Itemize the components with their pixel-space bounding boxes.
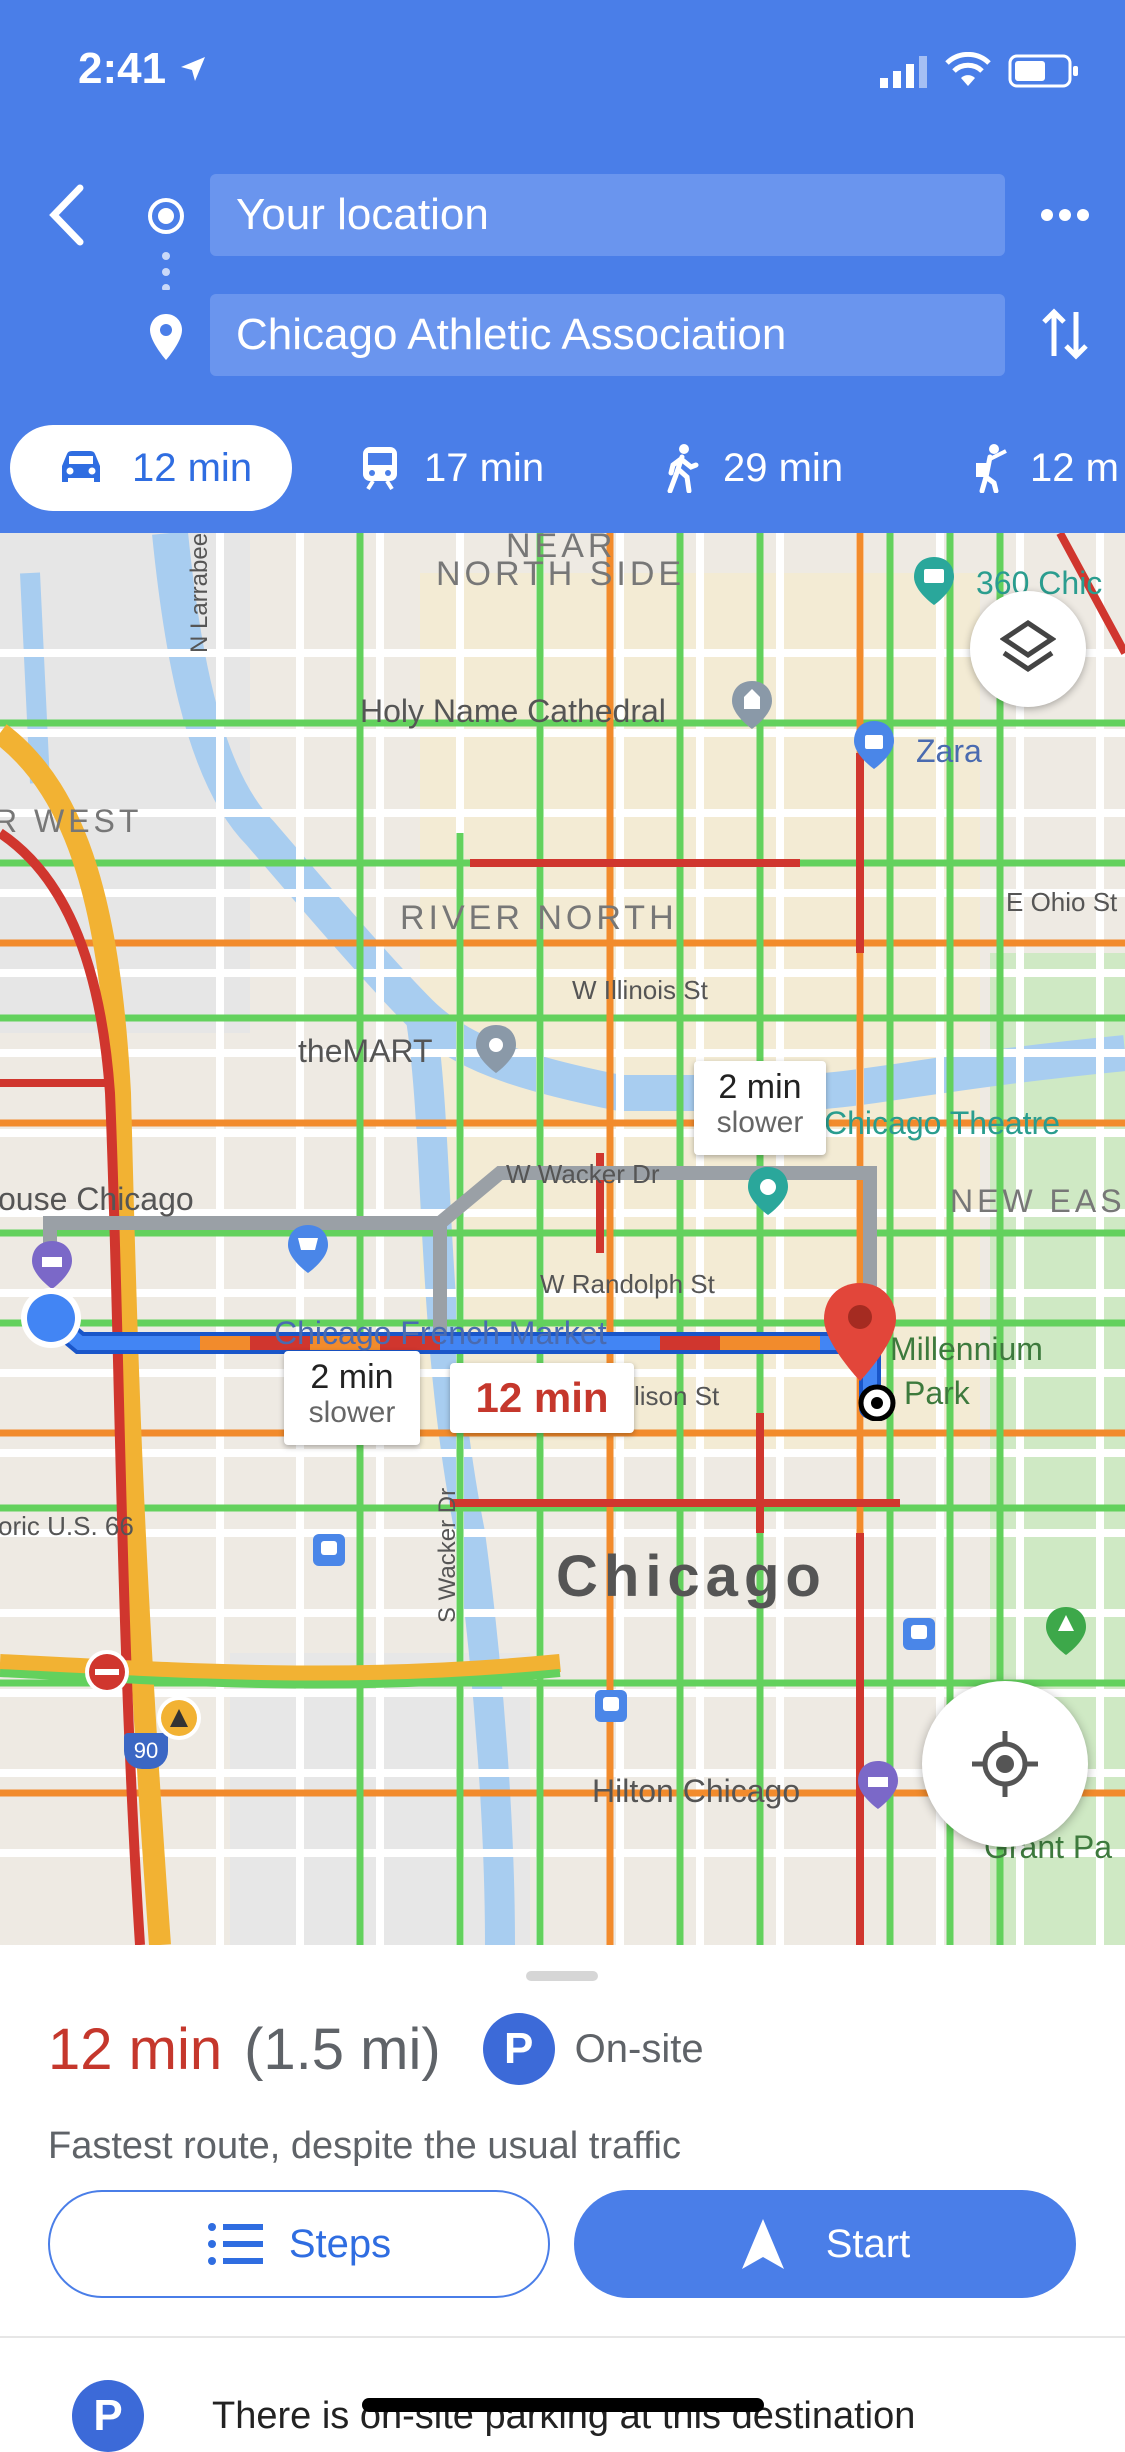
layers-button[interactable] — [970, 591, 1086, 707]
route-duration: 12 min — [48, 2016, 223, 2082]
map-label-millennium: Millennium — [890, 1331, 1043, 1367]
route-dots-icon — [162, 252, 170, 290]
layers-icon — [1000, 619, 1056, 673]
map-label-french-market: Chicago French Market — [274, 1315, 607, 1351]
map-label-holy-name: Holy Name Cathedral — [360, 693, 666, 729]
main-route-bubble[interactable]: 12 min — [450, 1363, 634, 1433]
map-label-chicago-theatre: Chicago Theatre — [824, 1105, 1060, 1141]
mart-pin-icon[interactable] — [474, 1023, 518, 1075]
crosshair-icon — [972, 1731, 1038, 1797]
map-label-n-larrabee: N Larrabee — [186, 533, 213, 653]
parking-note[interactable]: P There is on-site parking at this desti… — [72, 2380, 915, 2452]
destination-marker-icon[interactable] — [820, 1281, 900, 1421]
main-route-time: 12 min — [475, 1374, 609, 1421]
map-label-park: Park — [904, 1375, 970, 1411]
alt-route-1-time: 2 min — [718, 1068, 802, 1106]
map-label-hilton: Hilton Chicago — [592, 1773, 801, 1809]
alt-route-bubble-2[interactable]: 2 min slower — [284, 1351, 420, 1445]
rideshare-icon — [976, 444, 1007, 493]
sheet-divider — [0, 2336, 1125, 2338]
map-view[interactable]: NEAR NORTH SIDE N Larrabee Holy Name Cat… — [0, 533, 1125, 1945]
map-label-house-chicago: ouse Chicago — [0, 1181, 194, 1217]
map-label-mart: theMART — [298, 1033, 433, 1069]
destination-input[interactable]: Chicago Athletic Association — [210, 294, 1005, 376]
alt-route-2-note: slower — [308, 1396, 396, 1429]
tab-driving[interactable]: 12 min — [10, 425, 292, 511]
parking-label: On-site — [574, 2026, 704, 2071]
swap-icon[interactable] — [1042, 306, 1088, 362]
location-arrow-icon — [181, 57, 205, 81]
map-label-w-wacker: W Wacker Dr — [506, 1159, 660, 1189]
start-button-label: Start — [825, 2221, 911, 2266]
alt-route-bubble-1[interactable]: 2 min slower — [694, 1061, 826, 1155]
alt-route-1-note: slower — [716, 1106, 804, 1139]
map-label-river-north: RIVER NORTH — [400, 899, 678, 937]
route-summary-row: 12 min (1.5 mi) P On-site — [48, 2013, 704, 2085]
attraction-pin-icon[interactable] — [912, 555, 956, 607]
origin-dot-icon — [148, 198, 184, 234]
transit-station-icon[interactable] — [312, 1533, 346, 1567]
hilton-pin-icon[interactable] — [856, 1759, 900, 1811]
tab-transit[interactable]: 17 min — [360, 425, 590, 511]
battery-icon — [1008, 54, 1078, 88]
map-label-madison: lison St — [634, 1381, 720, 1411]
steps-button-label: Steps — [288, 2221, 392, 2266]
theatre-pin-icon[interactable] — [746, 1165, 790, 1217]
tab-walking[interactable]: 29 min — [665, 425, 895, 511]
home-indicator — [362, 2398, 764, 2412]
map-label-north-side: NORTH SIDE — [436, 555, 686, 593]
construction-icon[interactable] — [154, 1693, 204, 1743]
route-distance: (1.5 mi) — [244, 2016, 441, 2082]
origin-input[interactable]: Your location — [210, 174, 1005, 256]
grocery-pin-icon[interactable] — [286, 1223, 330, 1275]
map-label-zara: Zara — [916, 733, 982, 769]
hotel-pin-icon[interactable] — [30, 1239, 74, 1291]
church-pin-icon[interactable] — [730, 679, 774, 731]
directions-header: 2:41 Your location Chicago Athletic Asso… — [0, 0, 1125, 533]
transit-station-icon-3[interactable] — [902, 1617, 936, 1651]
road-closed-icon[interactable] — [82, 1647, 132, 1697]
map-label-e-ohio: E Ohio St — [1006, 887, 1118, 917]
steps-button[interactable]: Steps — [48, 2190, 550, 2298]
list-icon — [207, 2223, 263, 2265]
map-label-chicago: Chicago — [556, 1544, 827, 1609]
shopping-pin-icon[interactable] — [852, 719, 896, 771]
map-label-west: R WEST — [0, 803, 143, 839]
recenter-button[interactable] — [922, 1681, 1088, 1847]
transit-station-icon-2[interactable] — [594, 1689, 628, 1723]
tab-rideshare[interactable]: 12 m — [970, 425, 1125, 511]
tab-transit-label: 17 min — [424, 445, 545, 490]
route-description: Fastest route, despite the usual traffic — [48, 2125, 681, 2167]
travel-mode-tabs: 12 min 17 min 29 min 12 m — [0, 425, 1125, 533]
current-location-icon[interactable] — [18, 1285, 84, 1351]
walk-icon — [667, 444, 699, 493]
tab-rideshare-label: 12 m — [1030, 445, 1119, 490]
map-label-route-66: oric U.S. 66 — [0, 1511, 134, 1541]
sheet-handle[interactable] — [526, 1971, 598, 1981]
tab-walking-label: 29 min — [723, 445, 844, 490]
status-bar: 2:41 — [0, 0, 1125, 140]
wifi-icon — [945, 52, 991, 86]
map-label-w-illinois: W Illinois St — [572, 975, 708, 1005]
park-pin-icon[interactable] — [1044, 1605, 1088, 1657]
destination-pin-icon — [150, 314, 182, 360]
map-label-new-east: NEW EAS — [950, 1183, 1125, 1219]
tab-driving-label: 12 min — [132, 445, 253, 490]
train-icon — [363, 447, 397, 491]
start-button[interactable]: Start — [574, 2190, 1076, 2298]
status-time: 2:41 — [78, 44, 167, 93]
back-icon[interactable] — [44, 182, 88, 248]
signal-icon — [880, 56, 927, 88]
parking-note-badge: P — [72, 2380, 144, 2452]
navigation-arrow-icon — [741, 2219, 784, 2269]
parking-badge: P — [482, 2013, 555, 2085]
car-icon — [62, 451, 100, 482]
map-label-w-randolph: W Randolph St — [540, 1269, 715, 1299]
alt-route-2-time: 2 min — [310, 1358, 394, 1396]
map-label-s-wacker: S Wacker Dr — [434, 1487, 461, 1623]
more-options-icon[interactable] — [1040, 208, 1090, 222]
